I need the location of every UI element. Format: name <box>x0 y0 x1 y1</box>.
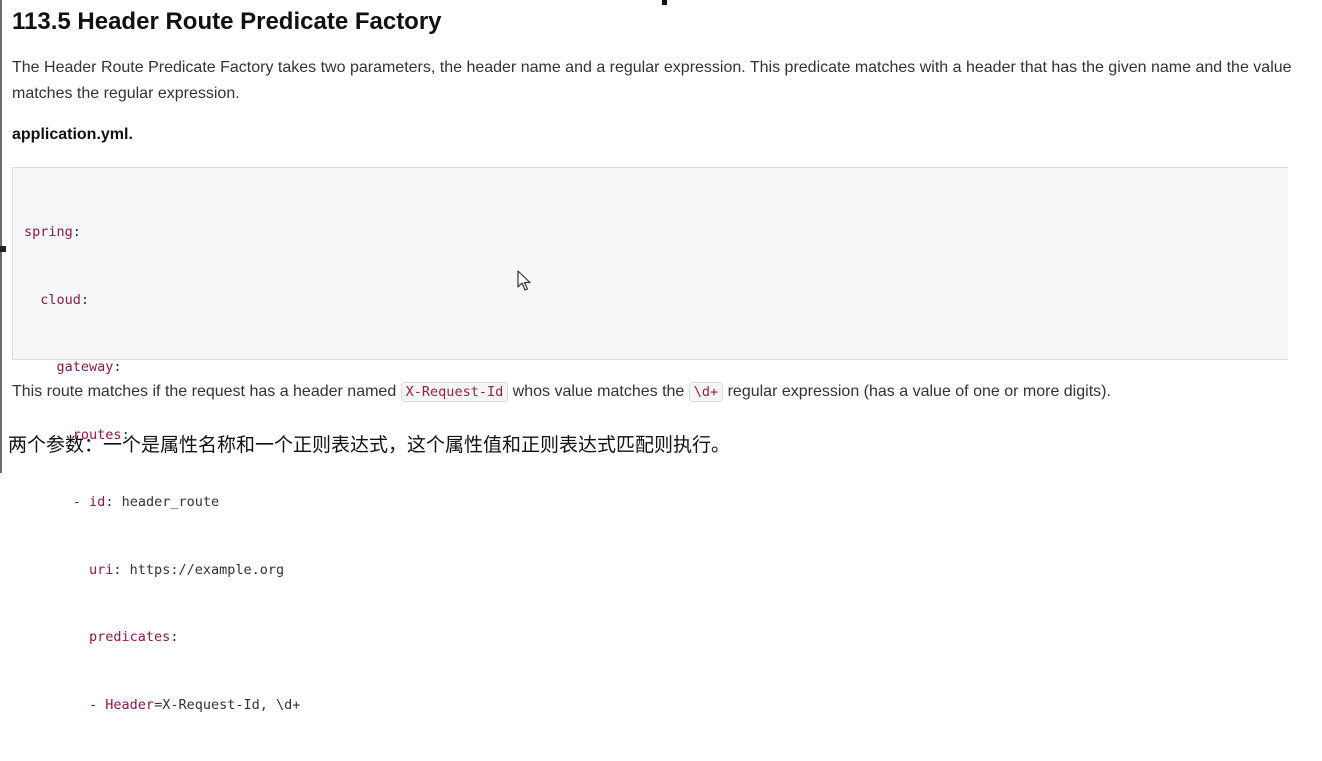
code-line: spring: <box>24 224 81 240</box>
explanation-text: whos value matches the <box>508 383 689 400</box>
explanation-paragraph: This route matches if the request has a … <box>12 379 1302 405</box>
window-edge-marker <box>0 246 6 252</box>
mouse-pointer-icon <box>517 270 531 291</box>
code-line: cloud: <box>40 291 90 308</box>
window-left-edge <box>0 0 2 473</box>
intro-paragraph: The Header Route Predicate Factory takes… <box>12 59 1292 102</box>
code-caption: application.yml. <box>12 126 133 143</box>
code-line: predicates: <box>89 629 179 645</box>
explanation-text: This route matches if the request has a … <box>12 383 401 400</box>
yaml-code: spring: cloud: gateway: routes: - id: he… <box>24 176 300 761</box>
window-top-marker <box>662 0 667 5</box>
explanation-text: regular expression (has a value of one o… <box>723 383 1111 400</box>
chinese-annotation: 两个参数：一个是属性名称和一个正则表达式，这个属性值和正则表达式匹配则执行。 <box>8 434 731 456</box>
code-line: gateway: <box>56 359 122 375</box>
code-line: - Header=X-Request-Id, \d+ <box>89 696 301 713</box>
section-heading: 113.5 Header Route Predicate Factory <box>12 8 442 35</box>
code-line: - id: header_route <box>72 494 220 510</box>
inline-code-header-name: X-Request-Id <box>400 382 509 402</box>
code-line: uri: https://example.org <box>89 561 285 578</box>
code-block[interactable]: spring: cloud: gateway: routes: - id: he… <box>12 167 1288 713</box>
inline-code-regex: \d+ <box>688 382 724 402</box>
